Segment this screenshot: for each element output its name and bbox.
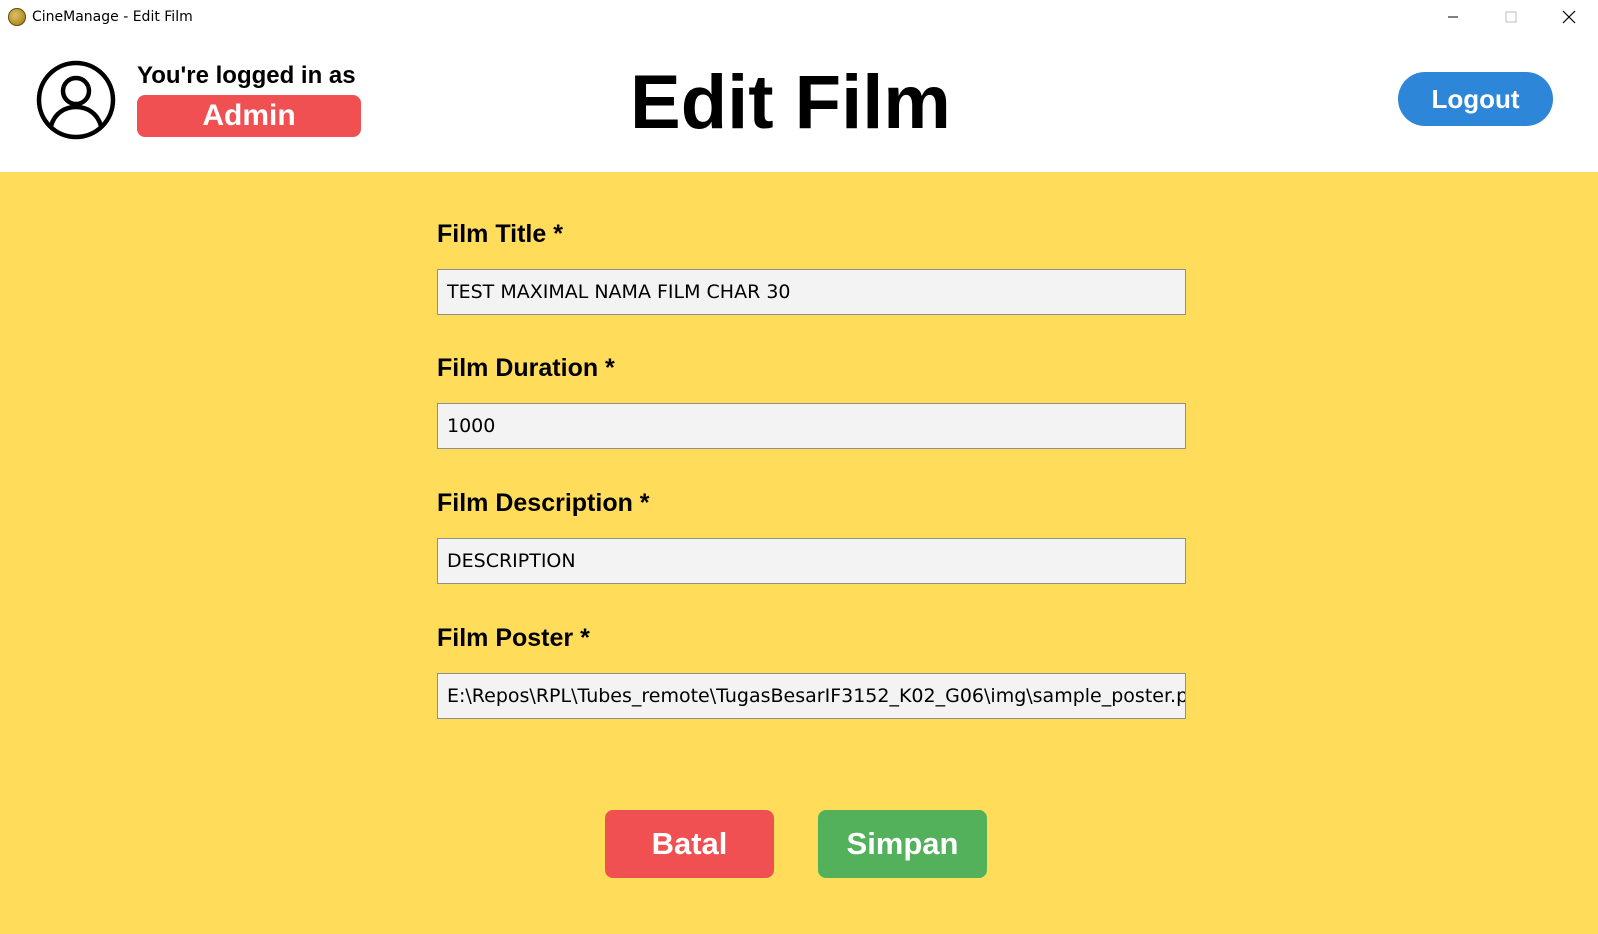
film-title-input[interactable]: TEST MAXIMAL NAMA FILM CHAR 30 xyxy=(437,269,1186,315)
film-poster-input[interactable]: E:\Repos\RPL\Tubes_remote\TugasBesarIF31… xyxy=(437,673,1186,719)
film-title-label: Film Title * xyxy=(437,220,563,248)
maximize-icon xyxy=(1505,11,1517,23)
maximize-button[interactable] xyxy=(1482,0,1540,34)
film-duration-label: Film Duration * xyxy=(437,354,615,382)
window-title: CineManage - Edit Film xyxy=(32,9,193,25)
app-header: You're logged in as Admin Edit Film Logo… xyxy=(0,34,1598,172)
cancel-button[interactable]: Batal xyxy=(605,810,774,878)
logout-button[interactable]: Logout xyxy=(1398,72,1553,126)
logged-in-label: You're logged in as xyxy=(137,62,356,89)
page-title: Edit Film xyxy=(630,60,951,145)
minimize-button[interactable] xyxy=(1424,0,1482,34)
film-reel-icon xyxy=(8,8,26,26)
edit-film-form: Film Title * TEST MAXIMAL NAMA FILM CHAR… xyxy=(0,172,1598,934)
close-button[interactable] xyxy=(1540,0,1598,34)
user-circle-icon xyxy=(36,60,116,140)
save-button[interactable]: Simpan xyxy=(818,810,987,878)
role-badge: Admin xyxy=(137,95,361,137)
film-description-input[interactable]: DESCRIPTION xyxy=(437,538,1186,584)
film-poster-label: Film Poster * xyxy=(437,624,590,652)
window-titlebar: CineManage - Edit Film xyxy=(0,0,1598,34)
close-icon xyxy=(1562,10,1576,24)
minimize-icon xyxy=(1448,16,1458,18)
film-duration-input[interactable]: 1000 xyxy=(437,403,1186,449)
film-description-label: Film Description * xyxy=(437,489,650,517)
